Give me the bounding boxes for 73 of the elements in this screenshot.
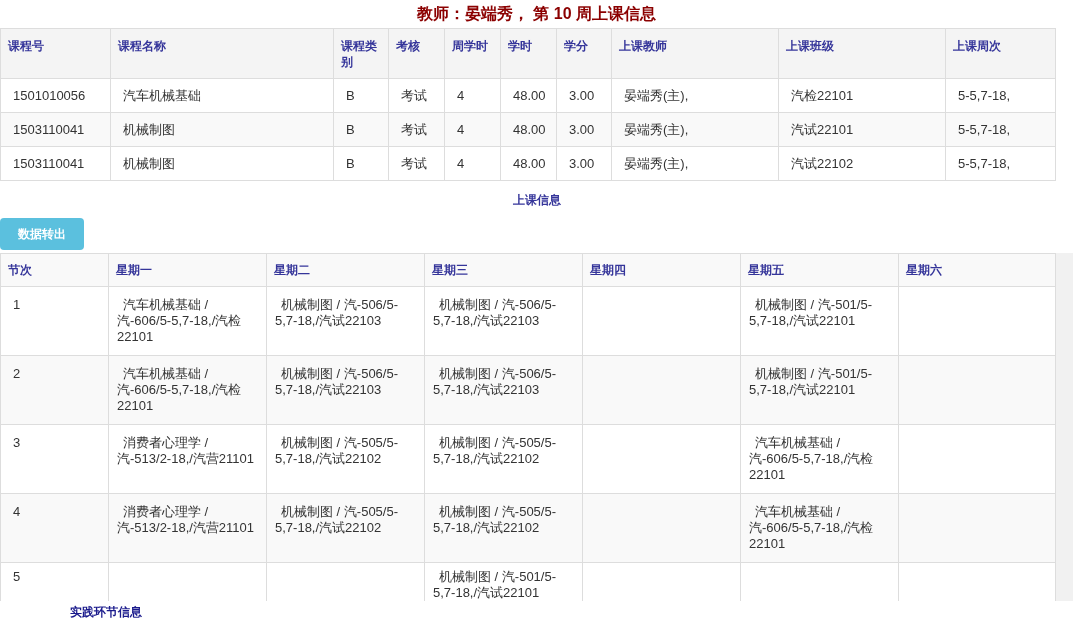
column-header: 课程类别 (333, 28, 389, 79)
column-header: 课程号 (0, 28, 111, 79)
column-header: 学分 (556, 28, 612, 79)
page-title: 教师：晏端秀， 第 10 周上课信息 (416, 4, 657, 24)
table-cell: 汽车机械基础 / 汽-606/5-5,7-18,/汽检22101 (108, 286, 267, 356)
table-cell: 消费者心理学 / 汽-513/2-18,/汽营21101 (108, 493, 267, 563)
scrollbar-track[interactable] (1056, 253, 1073, 601)
column-header: 星期二 (266, 253, 425, 287)
column-header: 周学时 (444, 28, 501, 79)
table-cell: 汽车机械基础 / 汽-606/5-5,7-18,/汽检22101 (740, 493, 899, 563)
table-cell: 汽车机械基础 (110, 78, 334, 113)
table-cell: 机械制图 / 汽-505/5-5,7-18,/汽试22102 (266, 424, 425, 494)
table-cell: 1503110041 (0, 112, 111, 147)
table-cell: 晏端秀(主), (611, 146, 779, 181)
table-cell: 3.00 (556, 78, 612, 113)
table-cell: 1503110041 (0, 146, 111, 181)
table-cell: 3.00 (556, 146, 612, 181)
table-cell: 考试 (388, 146, 445, 181)
table-cell: 1501010056 (0, 78, 111, 113)
table-cell: 汽检22101 (778, 78, 946, 113)
table-cell: 机械制图 / 汽-501/5-5,7-18,/汽试22101 (740, 286, 899, 356)
table-cell: 晏端秀(主), (611, 78, 779, 113)
table-cell: 晏端秀(主), (611, 112, 779, 147)
table-cell: 机械制图 / 汽-505/5-5,7-18,/汽试22102 (266, 493, 425, 563)
column-header: 上课教师 (611, 28, 779, 79)
table-cell: 汽试22101 (778, 112, 946, 147)
column-header: 课程名称 (110, 28, 334, 79)
table-cell: 48.00 (500, 146, 557, 181)
table-cell: 3.00 (556, 112, 612, 147)
column-header: 星期五 (740, 253, 899, 287)
column-header: 星期六 (898, 253, 1056, 287)
table-cell: 5-5,7-18, (945, 78, 1056, 113)
column-header: 节次 (0, 253, 109, 287)
table-cell: B (333, 78, 389, 113)
table-cell: 4 (0, 493, 109, 563)
column-header: 学时 (500, 28, 557, 79)
table-caption: 上课信息 (512, 191, 561, 208)
table-cell: 4 (444, 112, 501, 147)
table-cell: 汽试22102 (778, 146, 946, 181)
column-header: 星期一 (108, 253, 267, 287)
table-cell: 1 (0, 286, 109, 356)
table-cell: 4 (444, 146, 501, 181)
table-cell: 考试 (388, 112, 445, 147)
table-cell: B (333, 112, 389, 147)
table-cell: 5 (0, 562, 109, 601)
table-cell: 消费者心理学 / 汽-513/2-18,/汽营21101 (108, 424, 267, 494)
table-cell: 机械制图 / 汽-505/5-5,7-18,/汽试22102 (424, 424, 583, 494)
table-cell: 机械制图 / 汽-506/5-5,7-18,/汽试22103 (424, 355, 583, 425)
column-header: 星期三 (424, 253, 583, 287)
table-cell: 机械制图 / 汽-506/5-5,7-18,/汽试22103 (424, 286, 583, 356)
table-cell: B (333, 146, 389, 181)
table-cell: 机械制图 (110, 146, 334, 181)
table-cell: 2 (0, 355, 109, 425)
table-cell: 48.00 (500, 78, 557, 113)
column-header: 上课班级 (778, 28, 946, 79)
column-header: 上课周次 (945, 28, 1056, 79)
table-cell: 48.00 (500, 112, 557, 147)
table-cell: 机械制图 / 汽-501/5-5,7-18,/汽试22101 (740, 355, 899, 425)
section-caption: 实践环节信息 (70, 605, 142, 619)
table-cell: 汽车机械基础 / 汽-606/5-5,7-18,/汽检22101 (108, 355, 267, 425)
table-cell: 3 (0, 424, 109, 494)
column-header: 考核 (388, 28, 445, 79)
table-cell: 机械制图 / 汽-505/5-5,7-18,/汽试22102 (424, 493, 583, 563)
export-button[interactable]: 数据转出 (0, 218, 84, 250)
table-cell: 5-5,7-18, (945, 146, 1056, 181)
table-cell: 5-5,7-18, (945, 112, 1056, 147)
column-header: 星期四 (582, 253, 741, 287)
table-cell: 机械制图 / 汽-506/5-5,7-18,/汽试22103 (266, 286, 425, 356)
table-cell: 机械制图 (110, 112, 334, 147)
table-cell: 4 (444, 78, 501, 113)
table-cell: 考试 (388, 78, 445, 113)
table-cell: 汽车机械基础 / 汽-606/5-5,7-18,/汽检22101 (740, 424, 899, 494)
table-cell: 机械制图 / 汽-506/5-5,7-18,/汽试22103 (266, 355, 425, 425)
